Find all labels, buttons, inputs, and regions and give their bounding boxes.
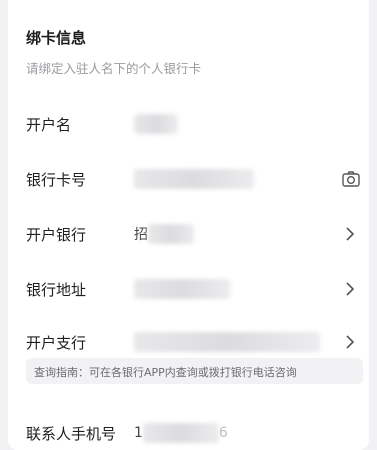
- masked-branch: [134, 332, 320, 352]
- bank-visible-prefix: 招: [134, 227, 148, 243]
- account-name-label: 开户名: [26, 116, 72, 134]
- contact-phone-value[interactable]: 16: [134, 423, 228, 445]
- bank-row[interactable]: 开户银行 招: [8, 214, 369, 254]
- bank-address-label: 银行地址: [26, 281, 87, 299]
- bind-card-panel: 绑卡信息 请绑定入驻人名下的个人银行卡 开户名 银行卡号 开户银行 招 银行地址…: [8, 0, 369, 450]
- branch-row[interactable]: 开户支行: [8, 322, 369, 362]
- camera-icon[interactable]: [341, 169, 361, 189]
- card-number-value[interactable]: [134, 169, 254, 191]
- branch-value[interactable]: [134, 332, 320, 354]
- branch-label: 开户支行: [26, 334, 87, 352]
- chevron-right-icon[interactable]: [341, 332, 359, 352]
- section-subtitle: 请绑定入驻人名下的个人银行卡: [26, 61, 202, 76]
- card-number-row[interactable]: 银行卡号: [8, 159, 369, 199]
- masked-phone: [142, 423, 219, 443]
- phone-visible-prefix: 1: [134, 425, 143, 441]
- masked-bank-name: [148, 224, 194, 244]
- masked-account-name: [134, 114, 178, 134]
- section-title: 绑卡信息: [26, 29, 87, 47]
- chevron-right-icon[interactable]: [341, 224, 359, 244]
- phone-visible-suffix: 6: [218, 425, 228, 441]
- masked-card-number: [134, 169, 254, 189]
- bank-address-row[interactable]: 银行地址: [8, 269, 369, 309]
- contact-phone-row[interactable]: 联系人手机号 16: [8, 413, 369, 450]
- account-name-value[interactable]: [134, 114, 178, 136]
- card-number-label: 银行卡号: [26, 171, 87, 189]
- bank-value[interactable]: 招: [134, 224, 194, 246]
- account-name-row[interactable]: 开户名: [8, 104, 369, 144]
- masked-bank-address: [134, 279, 230, 299]
- contact-phone-label: 联系人手机号: [26, 425, 117, 443]
- chevron-right-icon[interactable]: [341, 279, 359, 299]
- bank-address-value[interactable]: [134, 279, 230, 301]
- query-guide-hint: 查询指南：可在各银行APP内查询或拨打银行电话咨询: [26, 358, 363, 384]
- bank-label: 开户银行: [26, 226, 87, 244]
